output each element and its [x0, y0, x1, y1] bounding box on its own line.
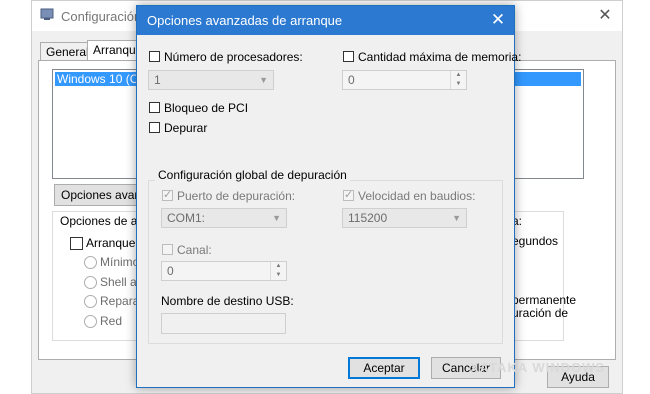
num-processors-select[interactable]: 1 ▼ [148, 70, 274, 90]
configuration-label-fragment: uración de [512, 306, 569, 320]
spin-up-icon[interactable]: ▲ [451, 71, 466, 80]
baud-rate-value: 115200 [348, 211, 388, 225]
watermark: XATAKA WINDOWS [470, 360, 606, 375]
max-memory-label: Cantidad máxima de memoria: [358, 50, 522, 64]
radio-repair[interactable] [84, 295, 97, 308]
debug-settings-group-label: Configuración global de depuración [155, 168, 350, 182]
debug-port-value: COM1: [167, 211, 206, 225]
max-memory-checkbox[interactable] [343, 51, 354, 62]
spin-down-icon[interactable]: ▼ [271, 271, 286, 280]
msconfig-app-icon [40, 8, 54, 20]
advanced-boot-options-dialog: Opciones avanzadas de arranque ✕ Número … [136, 5, 521, 388]
radio-minimal-label: Mínimo [100, 255, 140, 269]
debug-port-label: Puerto de depuración: [177, 189, 296, 203]
channel-value: 0 [167, 264, 174, 278]
max-memory-spinner[interactable]: 0 ▲ ▼ [342, 70, 467, 90]
dialog-title: Opciones avanzadas de arranque [147, 13, 343, 28]
permanent-label-fragment: permanente [512, 293, 577, 307]
debug-port-select[interactable]: COM1: ▼ [161, 208, 287, 228]
debug-checkbox[interactable] [149, 122, 160, 133]
background-close-icon[interactable]: ✕ [594, 6, 616, 26]
debug-label: Depurar [164, 121, 208, 135]
channel-checkbox[interactable] [162, 244, 173, 255]
num-processors-checkbox[interactable] [149, 51, 160, 62]
chevron-down-icon: ▼ [259, 75, 268, 85]
chevron-down-icon: ▼ [272, 213, 281, 223]
max-memory-spin-buttons: ▲ ▼ [450, 71, 466, 89]
usb-target-input[interactable] [161, 313, 286, 334]
radio-minimal[interactable] [84, 256, 97, 269]
max-memory-value: 0 [348, 73, 355, 87]
advanced-options-button[interactable]: Opciones avanza [54, 184, 154, 206]
seconds-label-fragment: egundos [512, 234, 559, 248]
chevron-down-icon: ▼ [452, 213, 461, 223]
baud-rate-label: Velocidad en baudios: [358, 189, 476, 203]
usb-target-label: Nombre de destino USB: [161, 294, 294, 308]
ok-button[interactable]: Aceptar [348, 357, 420, 379]
radio-alternate-shell[interactable] [84, 276, 97, 289]
boot-options-label: Opciones de arr [60, 214, 146, 228]
num-processors-value: 1 [154, 73, 161, 87]
debug-port-checkbox[interactable] [162, 188, 173, 201]
channel-label: Canal: [177, 243, 212, 257]
baud-rate-checkbox[interactable] [343, 188, 354, 201]
background-window-title: Configuración [61, 9, 142, 24]
spin-up-icon[interactable]: ▲ [271, 262, 286, 271]
safe-boot-checkbox[interactable] [70, 237, 83, 250]
baud-rate-select[interactable]: 115200 ▼ [342, 208, 467, 228]
channel-spin-buttons: ▲ ▼ [270, 262, 286, 280]
dialog-close-icon[interactable]: ✕ [487, 10, 509, 30]
dialog-title-bar: Opciones avanzadas de arranque ✕ [137, 6, 514, 35]
radio-network-label: Red [100, 314, 123, 328]
channel-spinner[interactable]: 0 ▲ ▼ [161, 261, 287, 281]
pci-lock-checkbox[interactable] [149, 102, 160, 113]
pci-lock-label: Bloqueo de PCI [164, 101, 249, 115]
radio-network[interactable] [84, 315, 97, 328]
spin-down-icon[interactable]: ▼ [451, 80, 466, 89]
num-processors-label: Número de procesadores: [164, 50, 303, 64]
